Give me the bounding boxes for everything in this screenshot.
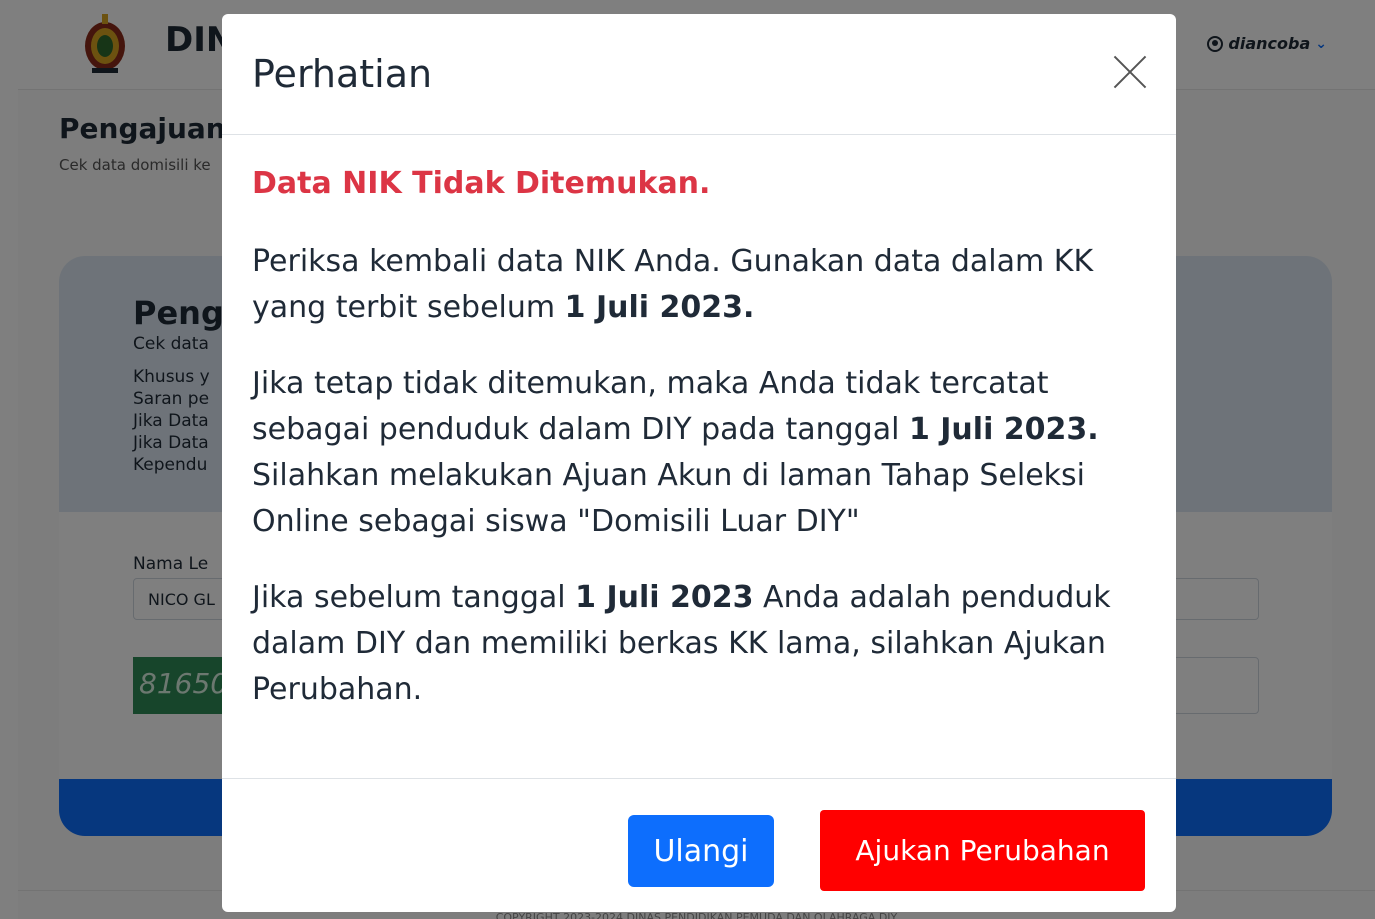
message-paragraph-1: Periksa kembali data NIK Anda. Gunakan d… bbox=[252, 244, 1094, 325]
error-title: Data NIK Tidak Ditemukan. bbox=[252, 166, 711, 201]
modal-footer: Ulangi Ajukan Perubahan bbox=[222, 778, 1176, 912]
retry-button[interactable]: Ulangi bbox=[628, 815, 774, 887]
message-paragraph-2: Jika tetap tidak ditemukan, maka Anda ti… bbox=[252, 366, 1099, 539]
close-icon[interactable] bbox=[1112, 54, 1148, 90]
alert-modal: Perhatian Data NIK Tidak Ditemukan. Peri… bbox=[222, 14, 1176, 912]
message-paragraph-3: Jika sebelum tanggal 1 Juli 2023 Anda ad… bbox=[252, 580, 1111, 707]
modal-header: Perhatian bbox=[222, 14, 1176, 135]
submit-change-button[interactable]: Ajukan Perubahan bbox=[820, 810, 1145, 891]
modal-title: Perhatian bbox=[252, 52, 433, 96]
modal-body: Data NIK Tidak Ditemukan. Periksa kembal… bbox=[252, 166, 1132, 743]
